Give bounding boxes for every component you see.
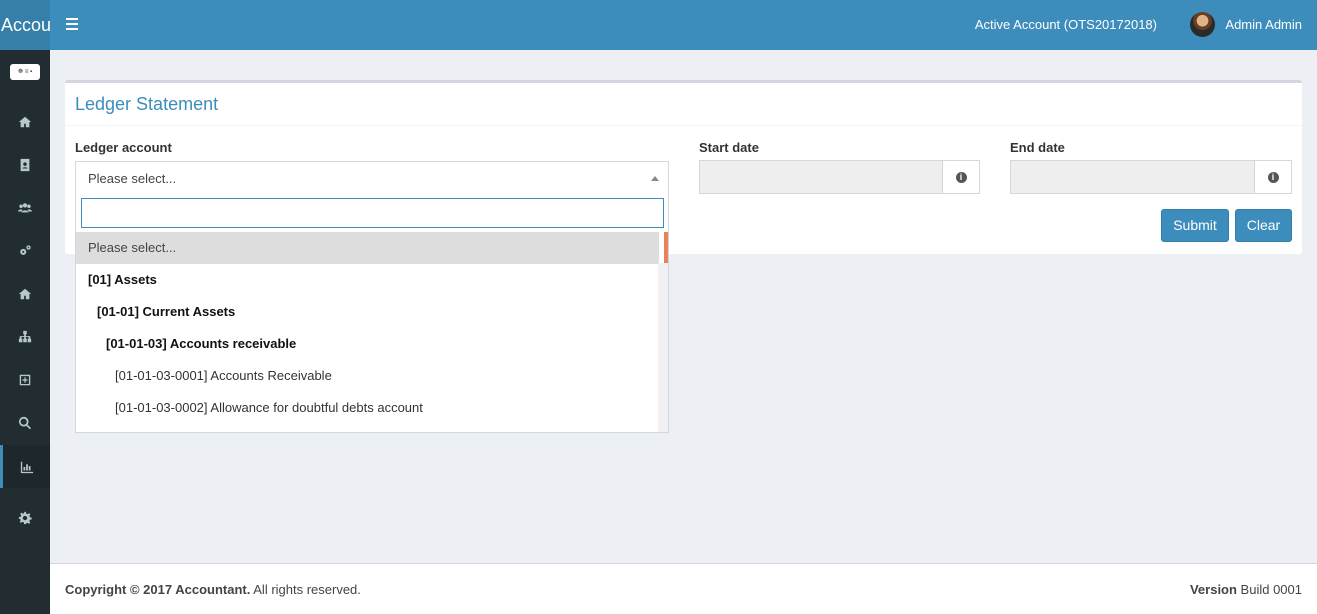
copyright-rest: All rights reserved. xyxy=(250,582,361,597)
dropdown-options: Please select... [01] Assets [01-01] Cur… xyxy=(76,232,659,432)
copyright: Copyright © 2017 Accountant. All rights … xyxy=(65,582,361,597)
sidebar-item-home-2[interactable] xyxy=(0,272,50,315)
start-date-label: Start date xyxy=(699,140,759,155)
dropdown-option[interactable]: [01-01-03] Accounts receivable xyxy=(76,328,659,360)
dropdown-option[interactable]: Please select... xyxy=(76,232,659,264)
sidebar-item-users[interactable] xyxy=(0,186,50,229)
active-account-link[interactable]: Active Account (OTS20172018) xyxy=(975,17,1157,32)
end-date-input[interactable] xyxy=(1010,160,1255,194)
company-logo: ☸ ≡ ▪ xyxy=(10,64,40,80)
sitemap-icon xyxy=(18,330,32,342)
version-value: Build 0001 xyxy=(1236,582,1302,597)
start-date-input[interactable] xyxy=(699,160,943,194)
sidebar-item-contacts[interactable] xyxy=(0,143,50,186)
info-icon: i xyxy=(955,171,967,183)
version-label: Version xyxy=(1189,582,1237,597)
sidebar-item-settings[interactable] xyxy=(0,496,50,539)
dropdown-scrollbar-thumb[interactable] xyxy=(664,232,668,263)
plus-square-icon xyxy=(19,374,31,385)
sidebar-item-reports[interactable] xyxy=(0,445,50,488)
gear-icon xyxy=(18,511,32,524)
dropdown-scrollbar-track[interactable] xyxy=(658,263,668,432)
app-logo[interactable]: Accou xyxy=(0,0,50,50)
copyright-bold: Copyright © 2017 Accountant. xyxy=(65,582,251,597)
users-icon xyxy=(18,202,32,212)
sidebar-toggle-icon[interactable] xyxy=(66,18,78,30)
ledger-account-select[interactable]: Please select... xyxy=(75,161,669,195)
avatar xyxy=(1190,12,1216,37)
ledger-account-selected: Please select... xyxy=(88,171,177,186)
ledger-account-dropdown: Please select... [01] Assets [01-01] Cur… xyxy=(75,193,669,433)
address-book-icon xyxy=(20,158,30,171)
top-navbar: Active Account (OTS20172018) Admin Admin xyxy=(50,0,1317,50)
sidebar-item-home[interactable] xyxy=(0,100,50,143)
clear-button[interactable]: Clear xyxy=(1235,209,1292,242)
info-icon: i xyxy=(1267,171,1279,183)
ledger-account-label: Ledger account xyxy=(75,140,172,155)
dropdown-option[interactable]: [01-01-03-0002] Allowance for doubtful d… xyxy=(76,392,659,424)
footer: Copyright © 2017 Accountant. All rights … xyxy=(50,563,1317,614)
sidebar-item-search[interactable] xyxy=(0,401,50,444)
home-icon xyxy=(18,288,32,299)
bar-chart-icon xyxy=(20,461,33,473)
dropdown-search-input[interactable] xyxy=(81,198,664,228)
search-icon xyxy=(19,416,32,429)
sidebar: ☸ ≡ ▪ xyxy=(0,50,50,614)
submit-button[interactable]: Submit xyxy=(1161,209,1229,242)
end-date-label: End date xyxy=(1010,140,1065,155)
box-header: Ledger Statement xyxy=(65,83,1302,126)
start-date-info-button[interactable]: i xyxy=(942,160,980,194)
version: Version Build 0001 xyxy=(1190,582,1302,597)
dropdown-option[interactable]: [01] Assets xyxy=(76,264,659,296)
sidebar-item-settings-group[interactable] xyxy=(0,229,50,272)
caret-up-icon xyxy=(651,176,659,181)
user-name: Admin Admin xyxy=(1225,17,1302,32)
user-menu[interactable]: Admin Admin xyxy=(1190,12,1302,37)
dropdown-option[interactable]: [01-01-03-0001] Accounts Receivable xyxy=(76,360,659,392)
page-title: Ledger Statement xyxy=(75,94,219,114)
sidebar-item-structure[interactable] xyxy=(0,315,50,358)
cogs-icon xyxy=(20,244,31,255)
dropdown-option[interactable]: [01-01] Current Assets xyxy=(76,296,659,328)
home-icon xyxy=(18,116,32,127)
sidebar-item-add[interactable] xyxy=(0,358,50,401)
end-date-info-button[interactable]: i xyxy=(1254,160,1292,194)
